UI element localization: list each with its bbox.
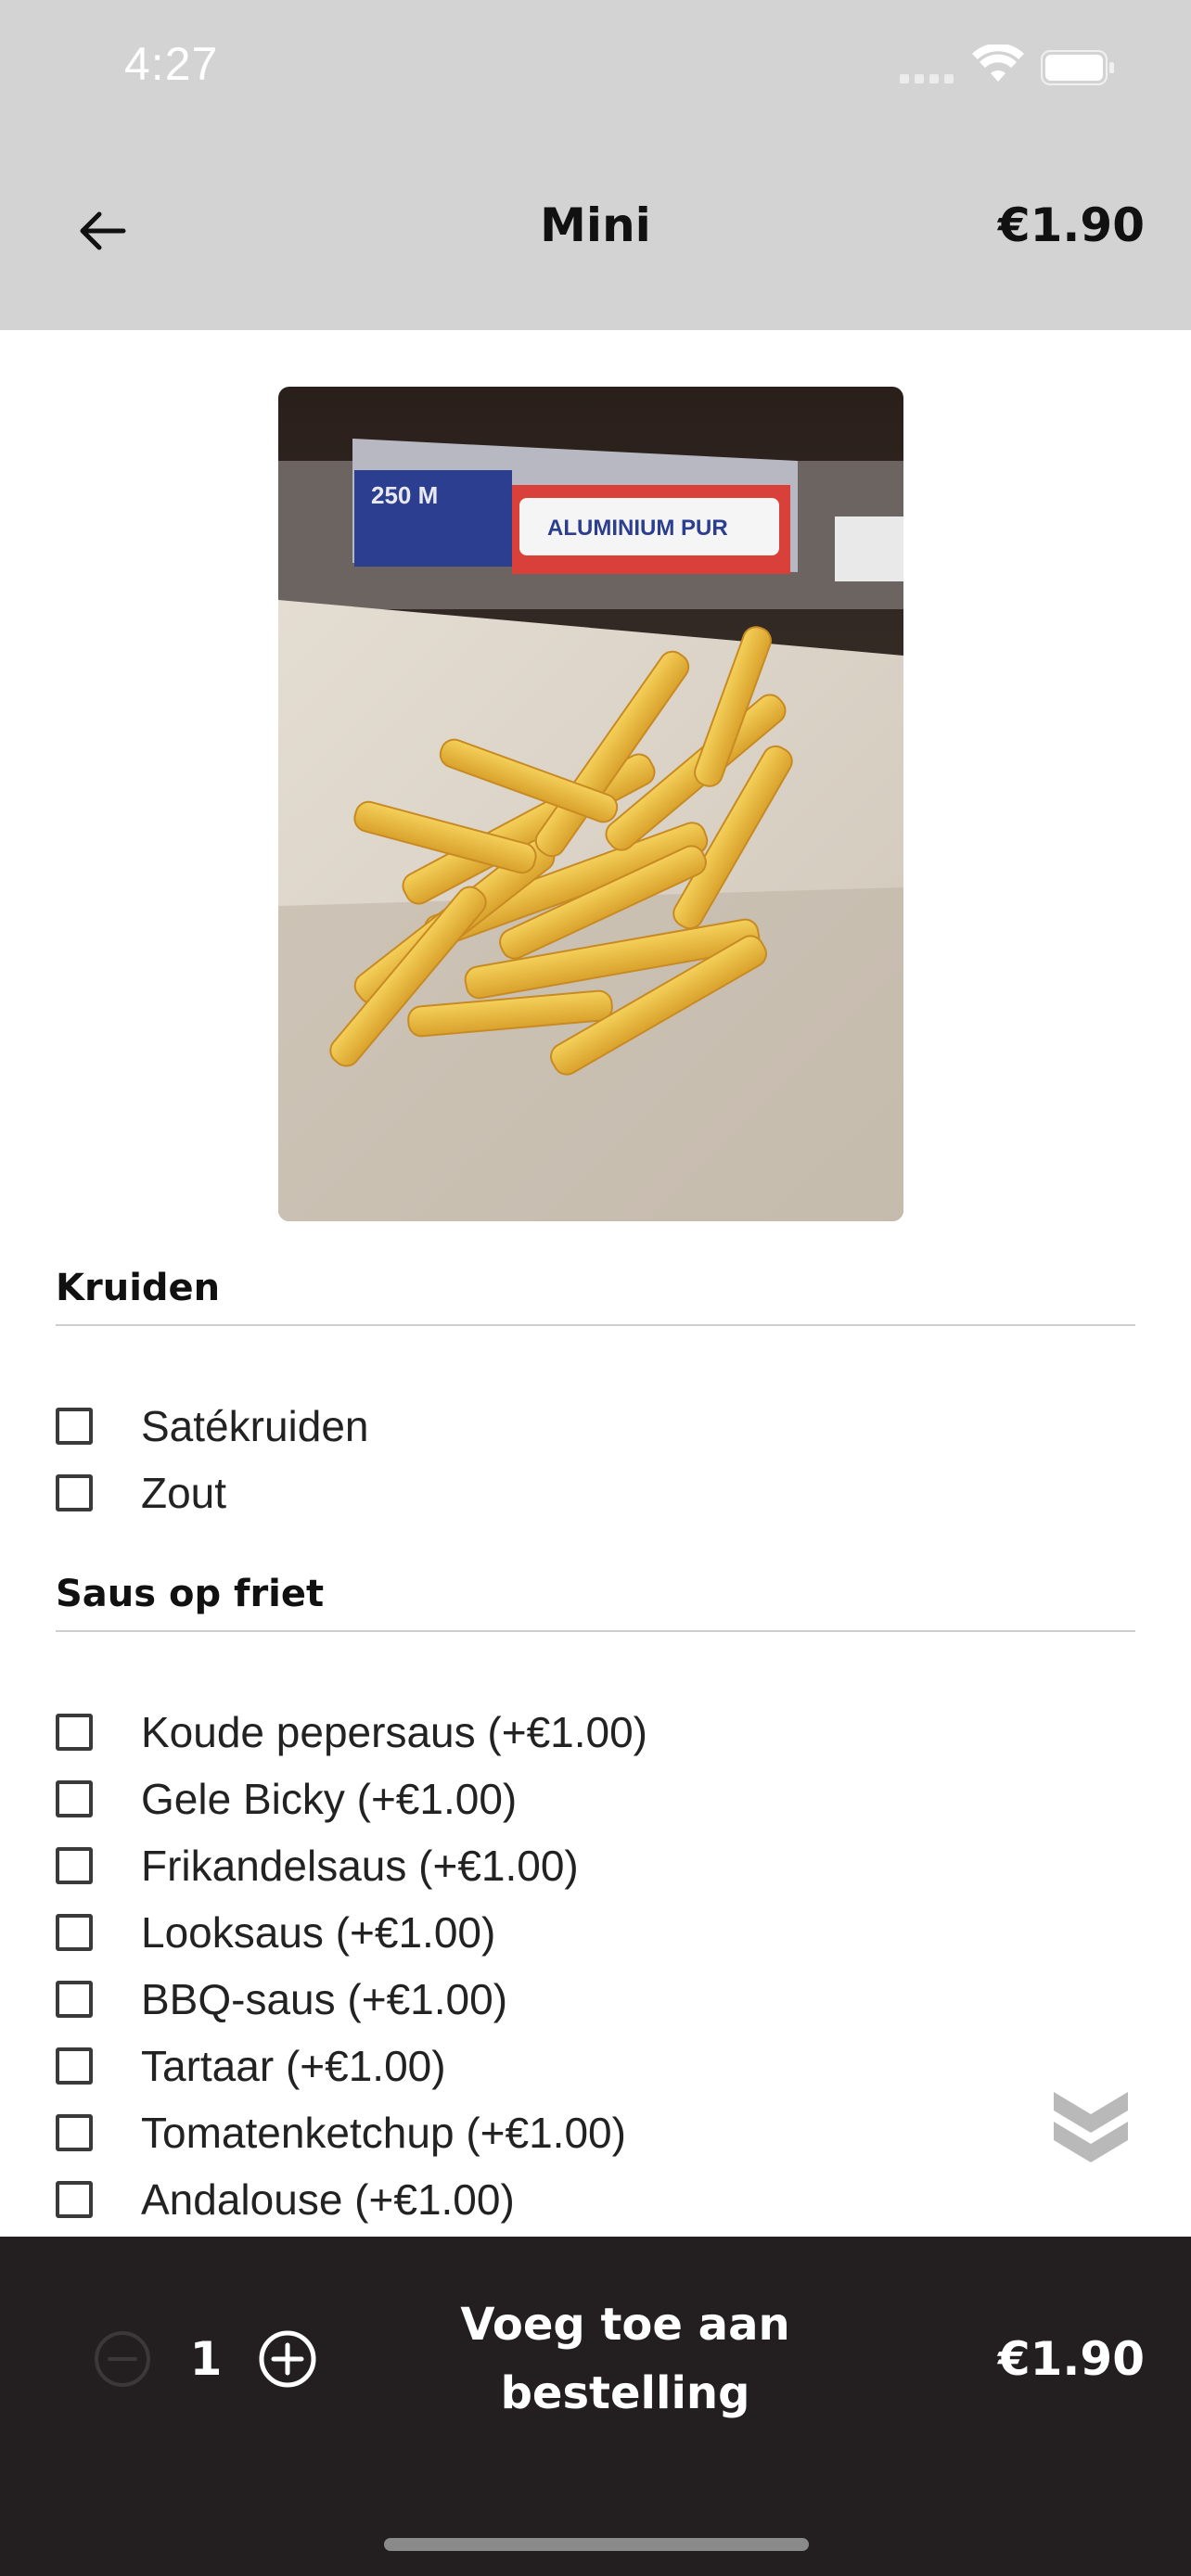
order-total-price: €1.90: [997, 2332, 1145, 2386]
option-gele-bicky[interactable]: Gele Bicky (+€1.00): [56, 1771, 517, 1827]
option-label: Frikandelsaus (+€1.00): [141, 1842, 579, 1890]
battery-icon: [1041, 50, 1114, 85]
svg-text:250 M: 250 M: [371, 481, 438, 509]
checkbox[interactable]: [56, 1474, 93, 1511]
wifi-icon: [972, 45, 1024, 82]
checkbox[interactable]: [56, 1714, 93, 1751]
option-frikandelsaus[interactable]: Frikandelsaus (+€1.00): [56, 1838, 579, 1894]
option-label: Gele Bicky (+€1.00): [141, 1775, 518, 1823]
option-label: Tomatenketchup (+€1.00): [141, 2109, 626, 2157]
checkbox[interactable]: [56, 2047, 93, 2085]
checkbox[interactable]: [56, 1847, 93, 1884]
double-chevron-down-icon[interactable]: [1050, 2086, 1132, 2166]
svg-text:ALUMINIUM PUR: ALUMINIUM PUR: [547, 516, 728, 541]
option-koude-pepersaus[interactable]: Koude pepersaus (+€1.00): [56, 1704, 647, 1760]
option-zout[interactable]: Zout: [56, 1465, 226, 1521]
fries-photo: ALUMINIUM PUR 250 M: [278, 387, 903, 1221]
option-label: Looksaus (+€1.00): [141, 1908, 496, 1957]
checkbox[interactable]: [56, 1408, 93, 1445]
add-to-order-button[interactable]: Voeg toe aan bestelling: [399, 2290, 852, 2429]
option-tartaar[interactable]: Tartaar (+€1.00): [56, 2038, 446, 2094]
header-price: €1.90: [997, 198, 1145, 252]
option-label: Satékruiden: [141, 1402, 369, 1450]
option-label: Tartaar (+€1.00): [141, 2042, 446, 2090]
option-looksaus[interactable]: Looksaus (+€1.00): [56, 1905, 495, 1960]
add-button-label-line2: bestelling: [500, 2367, 750, 2419]
option-satekruiden[interactable]: Satékruiden: [56, 1398, 369, 1454]
section-divider: [56, 1630, 1135, 1632]
option-label: BBQ-saus (+€1.00): [141, 1975, 508, 2023]
checkbox[interactable]: [56, 1780, 93, 1817]
home-indicator[interactable]: [384, 2538, 809, 2551]
cellular-signal-icon: [900, 74, 954, 83]
option-andalouse[interactable]: Andalouse (+€1.00): [56, 2172, 515, 2227]
option-tomatenketchup[interactable]: Tomatenketchup (+€1.00): [56, 2105, 626, 2161]
option-label: Koude pepersaus (+€1.00): [141, 1708, 648, 1756]
option-label: Zout: [141, 1469, 227, 1517]
plus-circle-icon[interactable]: [258, 2329, 317, 2389]
checkbox[interactable]: [56, 1914, 93, 1951]
section-title-kruiden: Kruiden: [56, 1267, 221, 1309]
section-divider: [56, 1324, 1135, 1326]
section-title-saus-op-friet: Saus op friet: [56, 1573, 325, 1615]
quantity-value: 1: [189, 2332, 223, 2386]
checkbox[interactable]: [56, 2181, 93, 2218]
status-time: 4:27: [124, 38, 219, 90]
option-label: Andalouse (+€1.00): [141, 2175, 515, 2224]
checkbox[interactable]: [56, 2114, 93, 2151]
product-image: ALUMINIUM PUR 250 M: [278, 387, 903, 1221]
top-bar: 4:27 Mini €1.90: [0, 0, 1191, 330]
add-button-label-line1: Voeg toe aan: [460, 2299, 790, 2351]
checkbox[interactable]: [56, 1981, 93, 2018]
minus-circle-icon[interactable]: [93, 2329, 152, 2389]
option-bbq-saus[interactable]: BBQ-saus (+€1.00): [56, 1971, 507, 2027]
